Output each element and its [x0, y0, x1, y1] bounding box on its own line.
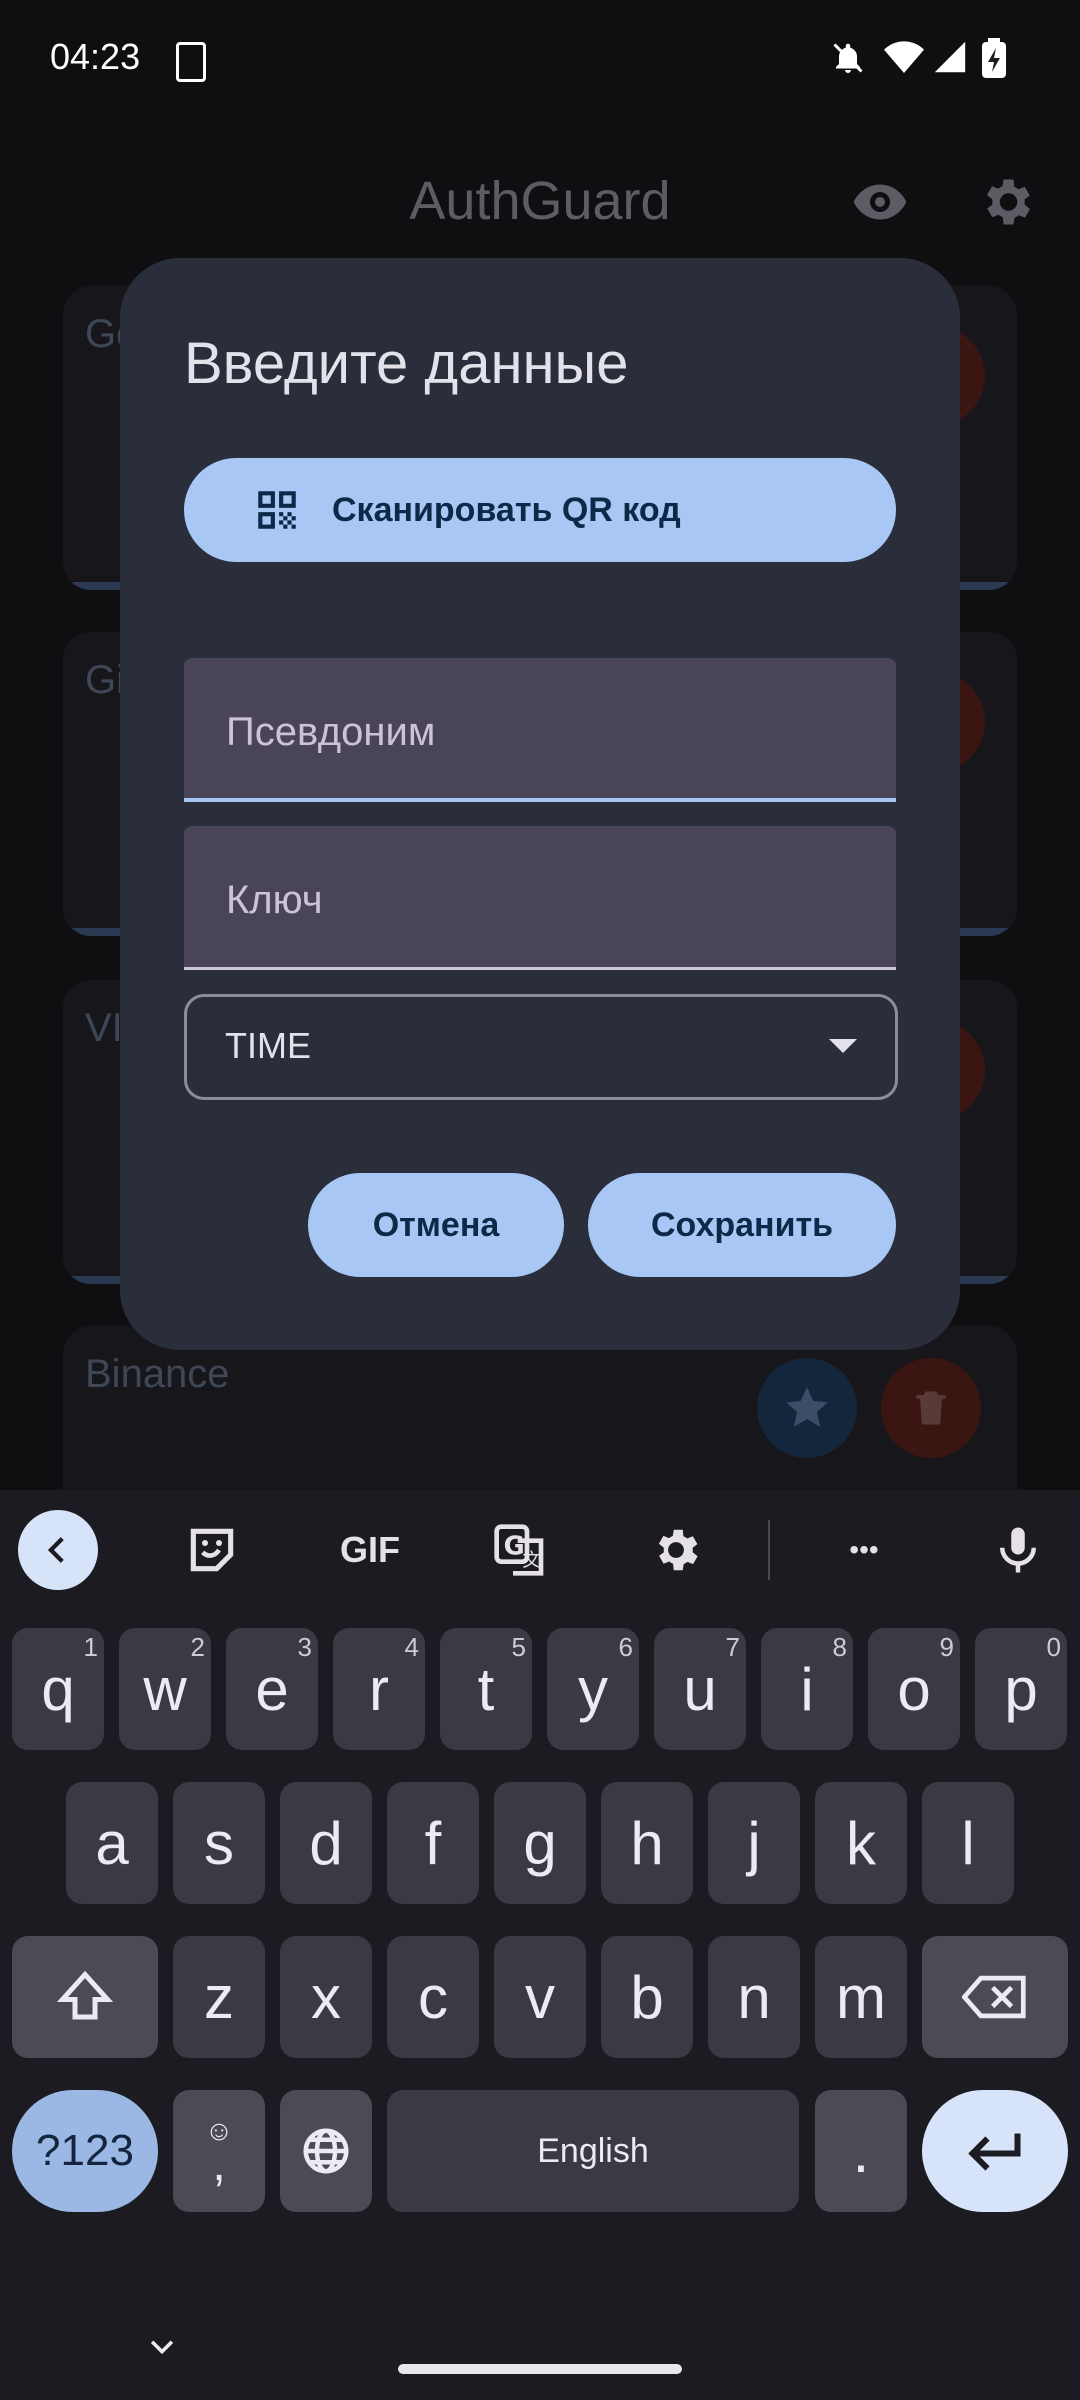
toolbar-divider	[768, 1520, 770, 1580]
sticker-button[interactable]	[172, 1490, 252, 1610]
sticker-icon	[190, 1528, 234, 1572]
key-label: t	[477, 1655, 495, 1723]
key-hint: 0	[1046, 1632, 1061, 1662]
backspace-key[interactable]	[922, 1936, 1068, 2058]
emoji-comma-key[interactable]: ☺ ,	[173, 2090, 265, 2212]
key-label: e	[255, 1655, 289, 1723]
otp-type-select[interactable]: TIME	[184, 994, 898, 1100]
key-x[interactable]: x	[280, 1936, 372, 2058]
chevron-left-icon	[47, 1537, 64, 1563]
keyboard-settings-button[interactable]	[636, 1490, 716, 1610]
key-k[interactable]: k	[815, 1782, 907, 1904]
key-hint: 7	[725, 1632, 740, 1662]
language-key[interactable]	[280, 2090, 372, 2212]
symbols-key[interactable]: ?123	[12, 2090, 158, 2212]
translate-button[interactable]: G文	[480, 1490, 560, 1610]
key-r[interactable]: r4	[333, 1628, 425, 1750]
key-label: r	[369, 1655, 389, 1723]
save-button[interactable]: Сохранить	[588, 1173, 896, 1277]
dropdown-arrow-icon	[829, 1039, 857, 1053]
key-u[interactable]: u7	[654, 1628, 746, 1750]
key-b[interactable]: b	[601, 1936, 693, 2058]
key-g[interactable]: g	[494, 1782, 586, 1904]
key-label: u	[683, 1655, 717, 1723]
key-z[interactable]: z	[173, 1936, 265, 2058]
key-hint: 2	[190, 1632, 205, 1662]
key-a[interactable]: a	[66, 1782, 158, 1904]
key-hint: 8	[832, 1632, 847, 1662]
gesture-nav-handle[interactable]	[398, 2364, 682, 2374]
scan-qr-button[interactable]: Сканировать QR код	[184, 458, 896, 562]
scan-qr-label: Сканировать QR код	[332, 490, 681, 529]
key-c[interactable]: c	[387, 1936, 479, 2058]
hide-keyboard-button[interactable]	[140, 2324, 184, 2368]
key-hint: 9	[939, 1632, 954, 1662]
translate-icon: G文	[494, 1524, 544, 1576]
space-key[interactable]: English	[387, 2090, 799, 2212]
enter-icon	[968, 2133, 1021, 2171]
qr-code-icon	[258, 491, 296, 529]
gear-icon	[658, 1529, 698, 1571]
key-t[interactable]: t5	[440, 1628, 532, 1750]
key-f[interactable]: f	[387, 1782, 479, 1904]
key-s[interactable]: s	[173, 1782, 265, 1904]
comma-label: ,	[212, 2138, 226, 2191]
cancel-button[interactable]: Отмена	[308, 1173, 564, 1277]
more-options-button[interactable]: •••	[824, 1490, 904, 1610]
microphone-icon	[1000, 1527, 1036, 1573]
key-p[interactable]: p0	[975, 1628, 1067, 1750]
key-j[interactable]: j	[708, 1782, 800, 1904]
backspace-icon	[962, 1975, 1026, 2019]
key-n[interactable]: n	[708, 1936, 800, 2058]
otp-type-value: TIME	[225, 1025, 311, 1066]
add-account-dialog: Введите данные Сканировать QR код Псевдо…	[120, 258, 960, 1350]
shift-key[interactable]	[12, 1936, 158, 2058]
period-key[interactable]: .	[815, 2090, 907, 2212]
key-label: q	[41, 1655, 75, 1723]
key-label: y	[578, 1655, 608, 1723]
key-hint: 3	[297, 1632, 312, 1662]
key-o[interactable]: o9	[868, 1628, 960, 1750]
key-i[interactable]: i8	[761, 1628, 853, 1750]
enter-key[interactable]	[922, 2090, 1068, 2212]
svg-text:文: 文	[522, 1550, 541, 1571]
key-field[interactable]: Ключ	[184, 826, 896, 970]
gif-button[interactable]: GIF	[320, 1490, 420, 1610]
globe-icon	[303, 2128, 349, 2174]
key-label: p	[1004, 1655, 1038, 1723]
key-hint: 1	[83, 1632, 98, 1662]
key-hint: 5	[511, 1632, 526, 1662]
key-hint: 4	[404, 1632, 419, 1662]
key-v[interactable]: v	[494, 1936, 586, 2058]
collapse-toolbar-button[interactable]	[18, 1510, 98, 1590]
key-hint: 6	[618, 1632, 633, 1662]
shift-icon	[56, 1970, 114, 2020]
alias-placeholder: Псевдоним	[226, 710, 436, 754]
on-screen-keyboard: GIF G文 ••• q1 w2 e3 r4 t5 y6 u7 i8 o9 p0…	[0, 1490, 1080, 2400]
key-h[interactable]: h	[601, 1782, 693, 1904]
key-label: i	[800, 1655, 814, 1723]
key-w[interactable]: w2	[119, 1628, 211, 1750]
dialog-title: Введите данные	[184, 331, 629, 396]
key-m[interactable]: m	[815, 1936, 907, 2058]
key-d[interactable]: d	[280, 1782, 372, 1904]
key-y[interactable]: y6	[547, 1628, 639, 1750]
key-label: w	[143, 1655, 187, 1723]
voice-input-button[interactable]	[978, 1490, 1058, 1610]
key-q[interactable]: q1	[12, 1628, 104, 1750]
key-underline	[184, 967, 896, 970]
key-e[interactable]: e3	[226, 1628, 318, 1750]
chevron-down-icon	[150, 2340, 174, 2355]
alias-field[interactable]: Псевдоним	[184, 658, 896, 802]
key-label: o	[897, 1655, 931, 1723]
alias-underline	[184, 798, 896, 802]
key-l[interactable]: l	[922, 1782, 1014, 1904]
key-placeholder: Ключ	[226, 878, 323, 922]
